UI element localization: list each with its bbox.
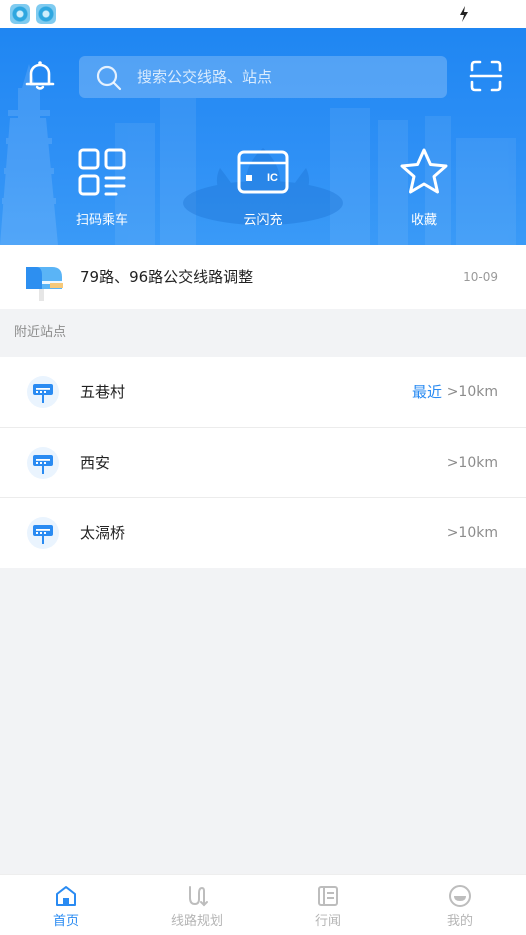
station-row[interactable]: 西安 >10km	[0, 428, 526, 498]
tab-label: 我的	[446, 914, 473, 929]
favorites-button[interactable]: 收藏	[374, 146, 474, 236]
station-name: 五巷村	[80, 383, 126, 401]
notice-row[interactable]: 79路、96路公交线路调整 10-09	[0, 245, 526, 309]
favorites-label: 收藏	[410, 213, 437, 228]
search-icon	[96, 65, 122, 91]
bottom-tab-bar: 首页 线路规划 行闻 我的	[0, 874, 526, 935]
station-distance: >10km	[446, 455, 498, 471]
profile-icon	[449, 885, 471, 907]
station-row[interactable]: 五巷村 最近 >10km	[0, 357, 526, 427]
station-row[interactable]: 太滆桥 >10km	[0, 498, 526, 568]
tab-label: 线路规划	[170, 914, 223, 929]
search-placeholder: 搜索公交线路、站点	[137, 68, 273, 86]
tab-label: 行闻	[314, 914, 341, 929]
route-icon	[189, 886, 208, 907]
app-icon	[10, 4, 30, 24]
cloud-recharge-label: 云闪充	[243, 213, 283, 228]
station-distance: >10km	[446, 525, 498, 541]
tab-home[interactable]: 首页	[16, 875, 116, 935]
search-input[interactable]: 搜索公交线路、站点	[79, 56, 447, 98]
station-distance: >10km	[446, 384, 498, 400]
notice-text: 79路、96路公交线路调整	[80, 268, 254, 286]
tab-news[interactable]: 行闻	[278, 875, 378, 935]
status-bar	[0, 0, 526, 28]
bus-stop-icon	[27, 447, 59, 479]
station-name: 太滆桥	[80, 524, 126, 542]
tab-route-planning[interactable]: 线路规划	[147, 875, 247, 935]
tab-label: 首页	[52, 914, 79, 929]
news-icon	[318, 886, 338, 906]
bus-stop-icon	[27, 376, 59, 408]
bell-icon[interactable]	[22, 58, 58, 94]
app-icon	[36, 4, 56, 24]
scan-to-ride-label: 扫码乘车	[75, 213, 128, 228]
cloud-recharge-button[interactable]: IC 云闪充	[213, 146, 313, 236]
tab-profile[interactable]: 我的	[410, 875, 510, 935]
notice-date: 10-09	[463, 270, 498, 284]
bus-stop-icon	[27, 517, 59, 549]
ic-card-icon: IC	[237, 150, 289, 194]
scan-to-ride-button[interactable]: 扫码乘车	[52, 146, 152, 236]
scan-icon[interactable]	[468, 58, 504, 94]
ic-card-text: IC	[267, 172, 278, 184]
qr-code-icon	[78, 148, 126, 196]
mailbox-icon	[26, 267, 63, 301]
nearest-tag: 最近	[412, 383, 443, 401]
station-name: 西安	[80, 454, 111, 472]
home-icon	[56, 886, 76, 906]
app-screen: 搜索公交线路、站点 扫码乘车 IC 云闪充 收藏 79路、96路公交线路调整 1…	[0, 0, 526, 935]
lightning-bolt-icon	[460, 6, 468, 22]
star-icon	[400, 148, 448, 194]
header-banner: 搜索公交线路、站点 扫码乘车 IC 云闪充 收藏	[0, 28, 526, 245]
nearby-stations-title: 附近站点	[14, 325, 67, 340]
